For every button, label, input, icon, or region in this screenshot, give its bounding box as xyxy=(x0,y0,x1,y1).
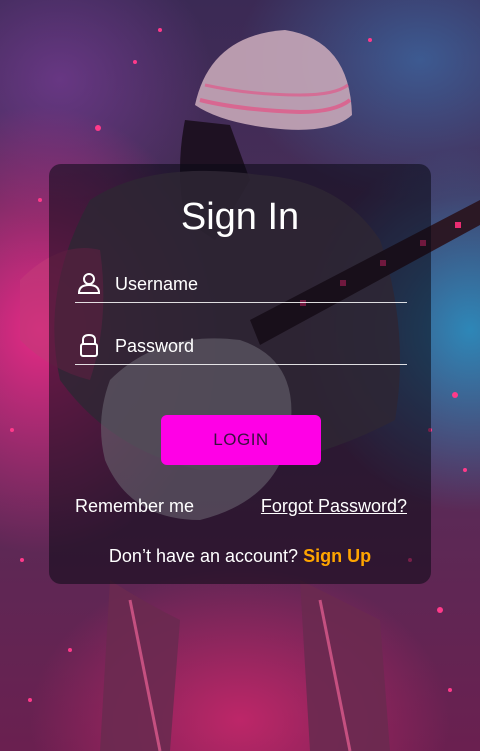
username-input[interactable] xyxy=(113,268,397,300)
remember-me-label[interactable]: Remember me xyxy=(75,496,194,517)
forgot-password-link[interactable]: Forgot Password? xyxy=(261,496,407,517)
lock-icon xyxy=(77,333,101,357)
password-field[interactable] xyxy=(75,330,407,365)
password-input[interactable] xyxy=(113,330,397,362)
signup-row: Don’t have an account? Sign Up xyxy=(0,546,480,567)
username-field[interactable] xyxy=(75,268,407,303)
user-icon xyxy=(77,271,101,295)
login-button[interactable]: LOGIN xyxy=(161,415,321,465)
signup-link[interactable]: Sign Up xyxy=(303,546,371,566)
signup-prompt: Don’t have an account? xyxy=(108,546,299,566)
page-title: Sign In xyxy=(180,196,300,238)
